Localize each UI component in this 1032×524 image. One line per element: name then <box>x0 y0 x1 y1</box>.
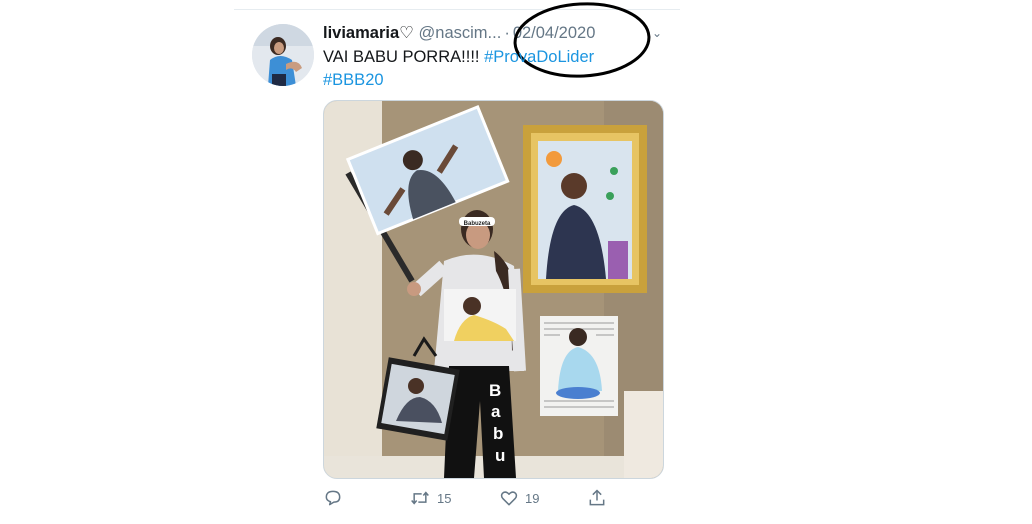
tweet-card[interactable]: liviamaria♡ @nascim... · 02/04/2020 ⌄ VAI … <box>250 2 680 524</box>
display-name[interactable]: liviamaria <box>323 24 399 42</box>
retweet-count: 15 <box>437 490 452 506</box>
white-heart-icon: ♡ <box>399 24 414 42</box>
hashtag-link[interactable]: #ProvaDoLider <box>484 48 594 66</box>
avatar[interactable] <box>252 24 314 86</box>
like-button[interactable]: 19 <box>499 486 539 510</box>
user-handle[interactable]: @nascim... <box>419 24 502 42</box>
tweet-media-image[interactable]: Babuzeta B a b u <box>323 100 664 479</box>
hashtag-link[interactable]: #BBB20 <box>323 71 384 89</box>
separator-dot: · <box>504 24 510 42</box>
retweet-icon <box>411 491 429 505</box>
retweet-button[interactable]: 15 <box>409 486 451 510</box>
chevron-down-icon[interactable]: ⌄ <box>652 26 662 40</box>
tweet-actions: 15 19 <box>323 486 623 510</box>
leg-letter: B <box>489 381 501 400</box>
share-icon <box>589 489 605 506</box>
leg-letter: u <box>495 446 505 465</box>
like-count: 19 <box>525 490 540 506</box>
heart-icon <box>500 491 518 506</box>
headband-text: Babuzeta <box>464 221 491 227</box>
tweet-text-main: VAI BABU PORRA!!!! <box>323 48 485 66</box>
share-button[interactable] <box>587 486 607 510</box>
reply-icon <box>325 490 341 506</box>
tweet-text: VAI BABU PORRA!!!! #ProvaDoLider #BBB20 <box>323 46 673 92</box>
leg-letter: a <box>491 402 501 421</box>
reply-button[interactable] <box>323 486 343 510</box>
leg-letter: b <box>493 424 503 443</box>
